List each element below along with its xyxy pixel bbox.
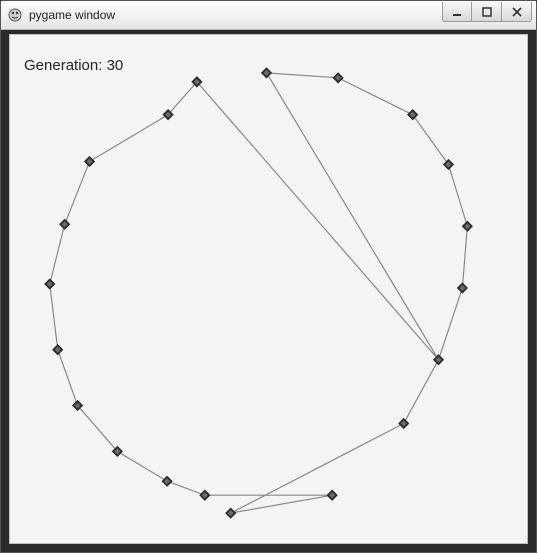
node-marker (327, 490, 338, 501)
maximize-button[interactable] (472, 2, 502, 22)
node-marker (407, 109, 418, 120)
titlebar[interactable]: pygame window (1, 1, 536, 30)
node-marker (52, 344, 63, 355)
node-marker (261, 67, 272, 78)
node-marker (332, 72, 343, 83)
canvas-area: Generation: 30 (9, 34, 528, 544)
node-marker (59, 219, 70, 230)
node-marker (225, 507, 236, 518)
node-marker (457, 282, 468, 293)
node-marker (84, 156, 95, 167)
tour-path (50, 73, 468, 513)
window-title: pygame window (29, 8, 442, 22)
node-marker (199, 490, 210, 501)
node-marker (398, 418, 409, 429)
close-button[interactable] (502, 2, 532, 22)
minimize-button[interactable] (442, 2, 472, 22)
pygame-icon (7, 7, 23, 23)
application-window: pygame window Generation: 30 (0, 0, 537, 553)
node-marker (44, 278, 55, 289)
node-marker (161, 476, 172, 487)
window-controls (442, 2, 532, 22)
node-marker (462, 221, 473, 232)
node-marker (443, 159, 454, 170)
tsp-plot (10, 35, 527, 543)
